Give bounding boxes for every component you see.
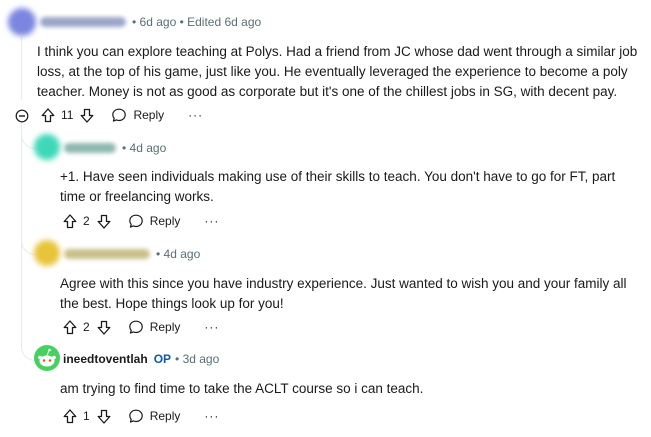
- reply-button[interactable]: Reply: [128, 213, 181, 229]
- redacted-username: [40, 17, 126, 27]
- reply-icon: [128, 214, 143, 228]
- username[interactable]: ineedtoventlah: [63, 352, 148, 366]
- avatar[interactable]: [8, 8, 36, 36]
- reply-icon: [128, 409, 143, 423]
- reply-label: Reply: [149, 214, 181, 228]
- collapse-thread-icon[interactable]: [15, 109, 29, 123]
- comment-body: I think you can explore teaching at Poly…: [37, 44, 638, 99]
- more-options-button[interactable]: ···: [204, 409, 219, 423]
- vote-count: 11: [61, 108, 74, 122]
- upvote-icon[interactable]: [62, 213, 78, 229]
- redacted-username: [64, 143, 116, 153]
- upvote-icon[interactable]: [62, 408, 78, 424]
- comment-meta: • 4d ago: [64, 247, 200, 261]
- op-badge: OP: [153, 352, 172, 366]
- reply-label: Reply: [149, 409, 181, 423]
- comment-actions: 2 Reply ···: [62, 317, 219, 337]
- upvote-icon[interactable]: [40, 107, 56, 123]
- more-options-button[interactable]: ···: [188, 108, 203, 122]
- comment-actions: 1 Reply ···: [62, 406, 219, 426]
- vote-count: 1: [83, 409, 90, 423]
- comment-timestamp: • 3d ago: [175, 352, 220, 366]
- reply-label: Reply: [133, 108, 165, 122]
- reply-button[interactable]: Reply: [128, 408, 181, 424]
- more-options-button[interactable]: ···: [204, 214, 219, 228]
- avatar[interactable]: [34, 240, 60, 266]
- vote-count: 2: [83, 214, 90, 228]
- comment-actions: 2 Reply ···: [62, 211, 219, 231]
- comment-timestamp: • 6d ago • Edited 6d ago: [132, 15, 262, 29]
- redacted-username: [64, 249, 150, 259]
- comment-meta: • 4d ago: [64, 141, 166, 155]
- avatar[interactable]: [34, 345, 60, 371]
- avatar[interactable]: [34, 134, 60, 160]
- reply-button[interactable]: Reply: [128, 319, 181, 335]
- comment-meta: ineedtoventlah OP • 3d ago: [63, 352, 219, 366]
- downvote-icon[interactable]: [79, 107, 95, 123]
- comment-actions: 11 Reply ···: [40, 105, 203, 125]
- reply-label: Reply: [149, 320, 181, 334]
- upvote-icon[interactable]: [62, 319, 78, 335]
- comment-timestamp: • 4d ago: [156, 247, 201, 261]
- vote-count: 2: [83, 320, 90, 334]
- comment-body: +1. Have seen individuals making use of …: [60, 169, 616, 204]
- comment-timestamp: • 4d ago: [122, 141, 167, 155]
- comment-body: Agree with this since you have industry …: [60, 276, 627, 311]
- comment-meta: • 6d ago • Edited 6d ago: [40, 15, 261, 29]
- more-options-button[interactable]: ···: [204, 320, 219, 334]
- downvote-icon[interactable]: [96, 319, 112, 335]
- snoo-avatar-icon: [38, 348, 56, 367]
- downvote-icon[interactable]: [96, 408, 112, 424]
- comment-body: am trying to find time to take the ACLT …: [60, 381, 424, 396]
- downvote-icon[interactable]: [96, 213, 112, 229]
- reply-icon: [112, 108, 127, 122]
- reply-icon: [128, 320, 143, 334]
- reply-button[interactable]: Reply: [111, 107, 164, 123]
